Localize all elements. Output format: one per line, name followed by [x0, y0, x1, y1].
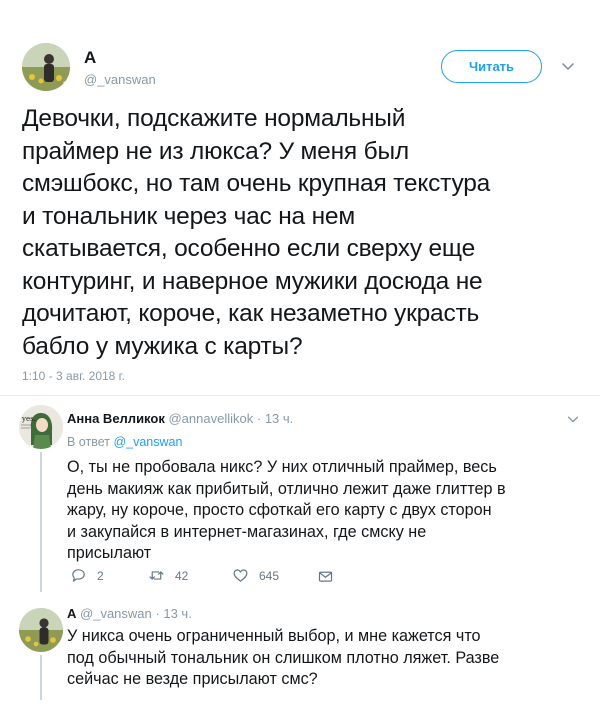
like-action[interactable]: 645 [232, 567, 279, 584]
avatar-photo-icon [22, 43, 70, 91]
reply-header: Анна Велликок @annavellikok · 13 ч. [67, 411, 293, 426]
separator-dot: · [155, 606, 160, 621]
reply-avatar[interactable] [19, 608, 63, 652]
reply-time[interactable]: 13 ч. [265, 411, 293, 426]
heart-icon [233, 569, 248, 582]
retweet-icon [149, 571, 164, 580]
like-count: 645 [259, 568, 280, 583]
reply-count: 2 [97, 568, 104, 583]
author-handle[interactable]: @_vanswan [84, 72, 156, 87]
replying-to-handle[interactable]: @_vanswan [113, 435, 182, 449]
separator-dot: · [256, 411, 262, 426]
reply-author-handle[interactable]: @annavellikok [168, 411, 253, 426]
divider [0, 395, 600, 396]
reply-time[interactable]: 13 ч. [163, 606, 191, 621]
thread-line [40, 655, 42, 700]
avatar-illustration-icon: yes. [19, 405, 63, 449]
chevron-down-icon[interactable] [560, 58, 576, 74]
reply-header: A @_vanswan · 13 ч. [67, 606, 192, 621]
reply-author-handle[interactable]: @_vanswan [80, 606, 152, 621]
replying-to: В ответ @_vanswan [67, 435, 182, 449]
thread-line [40, 452, 42, 592]
chevron-down-icon[interactable] [566, 412, 580, 426]
avatar-sign-text: yes. [21, 415, 36, 423]
replying-to-label: В ответ [67, 435, 110, 449]
reply-text: О, ты не пробовала никс? У них отличный … [67, 458, 506, 563]
retweet-action[interactable]: 42 [148, 567, 188, 584]
reply-text: У никса очень ограниченный выбор, и мне … [67, 627, 500, 689]
retweet-count: 42 [175, 568, 189, 583]
author-name[interactable]: A [84, 48, 96, 68]
avatar-photo-icon [19, 608, 63, 652]
follow-button[interactable]: Читать [441, 50, 542, 83]
reply-icon [72, 569, 85, 582]
reply-avatar[interactable]: yes. [19, 405, 63, 449]
reply-author-name[interactable]: Анна Велликок [67, 411, 165, 426]
tweet-text: Девочки, подскажите нормальный праймер н… [22, 105, 491, 360]
envelope-icon [318, 571, 333, 582]
direct-message-action[interactable] [317, 568, 344, 585]
tweet-timestamp[interactable]: 1:10 - 3 авг. 2018 г. [22, 369, 125, 383]
author-avatar[interactable] [22, 43, 70, 91]
reply-author-name[interactable]: A [67, 606, 76, 621]
reply-action[interactable]: 2 [70, 567, 104, 584]
